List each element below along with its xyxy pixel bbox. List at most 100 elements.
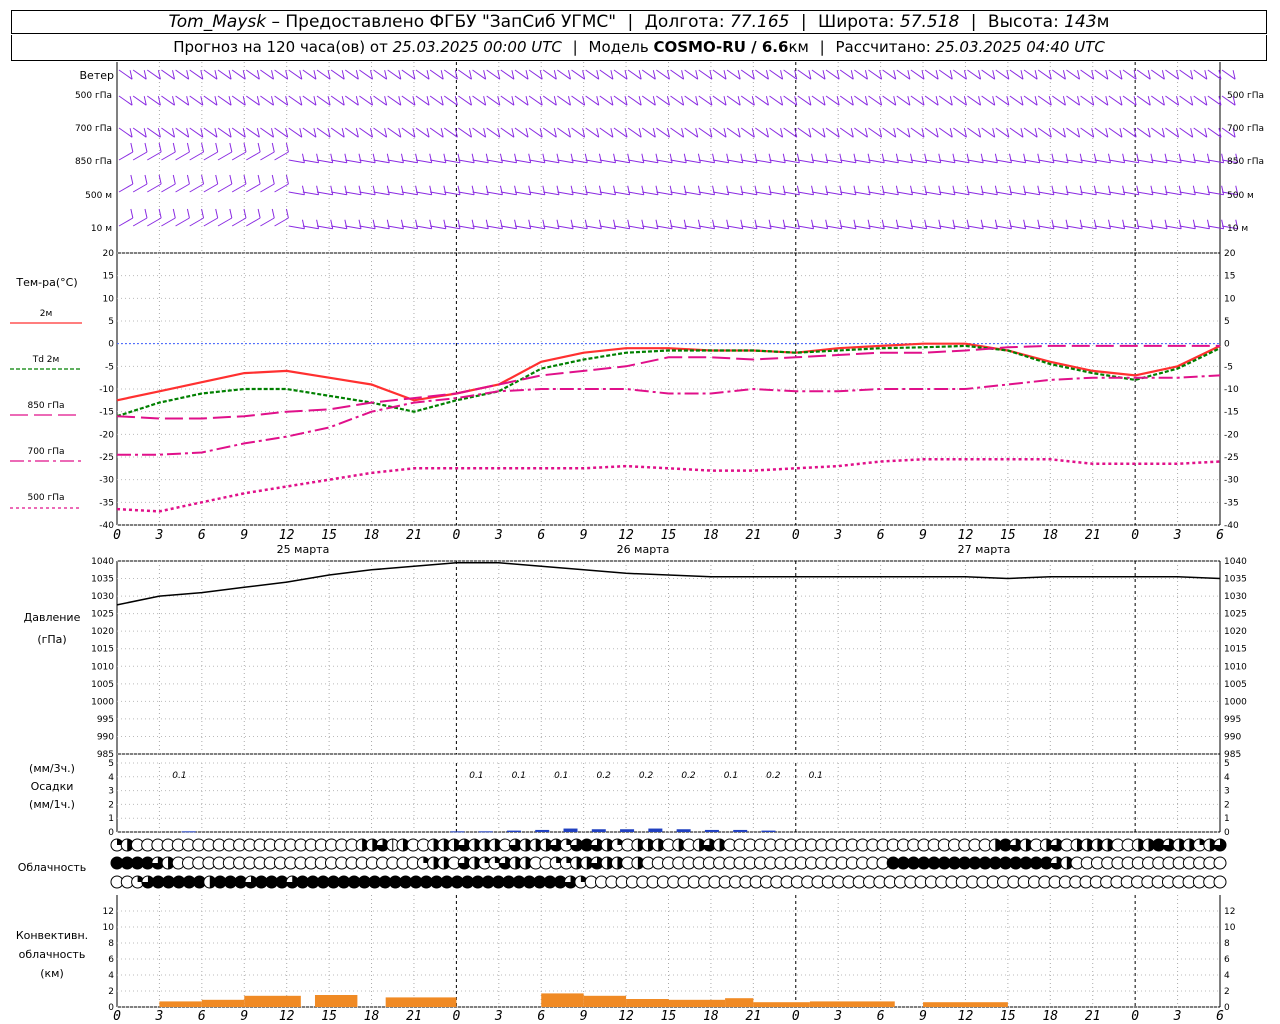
- wind-barb-flag: [301, 185, 305, 195]
- wind-barb-flag: [768, 219, 772, 229]
- wind-barb: [118, 183, 134, 193]
- wind-barb: [401, 191, 418, 196]
- y-tick-label: 1030: [91, 592, 114, 602]
- wind-barb: [1108, 225, 1125, 230]
- y-tick-label: -5: [105, 362, 114, 372]
- wind-barb: [656, 159, 673, 164]
- wind-barb-flag: [1150, 219, 1154, 229]
- meteogram: 0.1 0.1 0.1 0.1 0.2 0.2 0.2 0.1 0.2 0.1 20 2015 151…: [10, 62, 1264, 1024]
- wind-barb: [1009, 159, 1026, 164]
- y-tick-label: 1020: [91, 627, 114, 637]
- wind-barb-flag: [627, 153, 631, 163]
- wind-barb: [557, 191, 574, 196]
- wind-barb: [585, 225, 602, 230]
- precip-bar: [648, 828, 663, 832]
- wind-barb-flag: [754, 185, 758, 195]
- wind-barb: [1080, 225, 1097, 230]
- x-tick-label: 21: [406, 528, 422, 543]
- wind-barb-flag: [400, 219, 404, 229]
- wind-level-left: 850 гПа: [75, 157, 112, 167]
- wind-barb: [132, 151, 148, 161]
- wind-barb: [316, 159, 333, 164]
- precip-bar: [704, 829, 719, 832]
- y-tick-label: -35: [1224, 498, 1239, 508]
- cloud-ylabel: Облачность: [18, 861, 87, 874]
- y-tick-label: 4: [1224, 971, 1230, 981]
- wind-barb-flag: [881, 185, 885, 195]
- wind-barb: [1094, 225, 1111, 230]
- wind-barb-flag: [1065, 185, 1069, 195]
- x-tick-label: 6: [1216, 1009, 1224, 1024]
- wind-barb: [1122, 159, 1139, 164]
- wind-barb-flag: [1009, 185, 1012, 195]
- wind-barb-flag: [400, 185, 404, 195]
- y-tick-label: 3: [1224, 787, 1230, 797]
- wind-barb: [401, 159, 418, 164]
- wind-barb: [642, 225, 659, 230]
- wind-barb-flag: [358, 185, 362, 195]
- wind-barb: [430, 225, 446, 230]
- wind-barb-flag: [1093, 219, 1097, 229]
- wind-barb: [387, 191, 404, 196]
- y-tick-label: 5: [1224, 759, 1230, 769]
- x-tick-label: 12: [958, 1009, 974, 1024]
- wind-barb-flag: [144, 142, 148, 153]
- x-tick-label: 6: [537, 528, 545, 543]
- wind-barb-flag: [811, 185, 815, 195]
- wind-barb-flag: [726, 185, 730, 195]
- x-tick-label: 12: [618, 1009, 634, 1024]
- wind-barb: [1207, 159, 1224, 164]
- y-tick-label: -15: [1224, 408, 1239, 418]
- wind-barb-flag: [598, 185, 602, 195]
- wind-barb: [599, 191, 616, 196]
- wind-barb: [1066, 191, 1083, 196]
- wind-barb: [854, 159, 871, 164]
- y-tick-label: -10: [1224, 385, 1239, 395]
- wind-barb: [260, 183, 275, 193]
- wind-barb-flag: [316, 185, 320, 195]
- x-tick-label: 3: [1173, 1009, 1182, 1024]
- y-tick-label: -30: [1224, 476, 1239, 486]
- wind-barb-flag: [144, 174, 148, 185]
- wind-barb: [260, 151, 275, 161]
- wind-barb: [825, 225, 842, 230]
- wind-barb: [1023, 191, 1040, 196]
- y-tick-label: 1030: [1224, 592, 1247, 602]
- wind-barb-flag: [172, 174, 176, 185]
- x-tick-label: 9: [919, 1009, 927, 1024]
- y-tick-label: 995: [1224, 715, 1241, 725]
- wind-barb-flag: [429, 185, 433, 195]
- x-tick-label: 3: [833, 1009, 842, 1024]
- wind-level-right: 10 м: [1227, 224, 1248, 234]
- wind-barb-flag: [839, 185, 843, 195]
- wind-barb: [486, 191, 503, 196]
- y-tick-label: 1000: [1224, 697, 1247, 707]
- wind-barb-flag: [229, 174, 233, 185]
- wind-barb-flag: [257, 208, 261, 219]
- x-tick-label: 9: [919, 528, 927, 543]
- y-tick-label: 1015: [91, 645, 114, 655]
- wind-barb-flag: [301, 219, 305, 229]
- y-tick-label: 1040: [1224, 557, 1247, 567]
- wind-barb-flag: [1164, 219, 1168, 229]
- y-tick-label: 1005: [91, 680, 114, 690]
- convective-bar: [668, 999, 726, 1007]
- wind-barb: [783, 159, 800, 164]
- wind-barb-flag: [271, 208, 275, 219]
- wind-barb-flag: [613, 219, 617, 229]
- wind-barb: [1108, 191, 1125, 196]
- convective-bar: [923, 1002, 1008, 1007]
- y-tick-label: 1010: [91, 662, 114, 672]
- y-tick-label: 20: [103, 249, 115, 259]
- x-tick-label: 0: [452, 1009, 460, 1024]
- wind-barb: [783, 191, 800, 196]
- wind-barb-flag: [1023, 153, 1027, 163]
- wind-barb: [260, 217, 275, 227]
- wind-barb-flag: [782, 153, 786, 163]
- wind-barb: [161, 151, 176, 161]
- wind-barb: [741, 225, 758, 230]
- y-tick-label: 4: [108, 971, 114, 981]
- y-tick-label: 12: [103, 907, 114, 917]
- wind-barb-flag: [1122, 185, 1126, 195]
- wind-barb: [571, 191, 588, 196]
